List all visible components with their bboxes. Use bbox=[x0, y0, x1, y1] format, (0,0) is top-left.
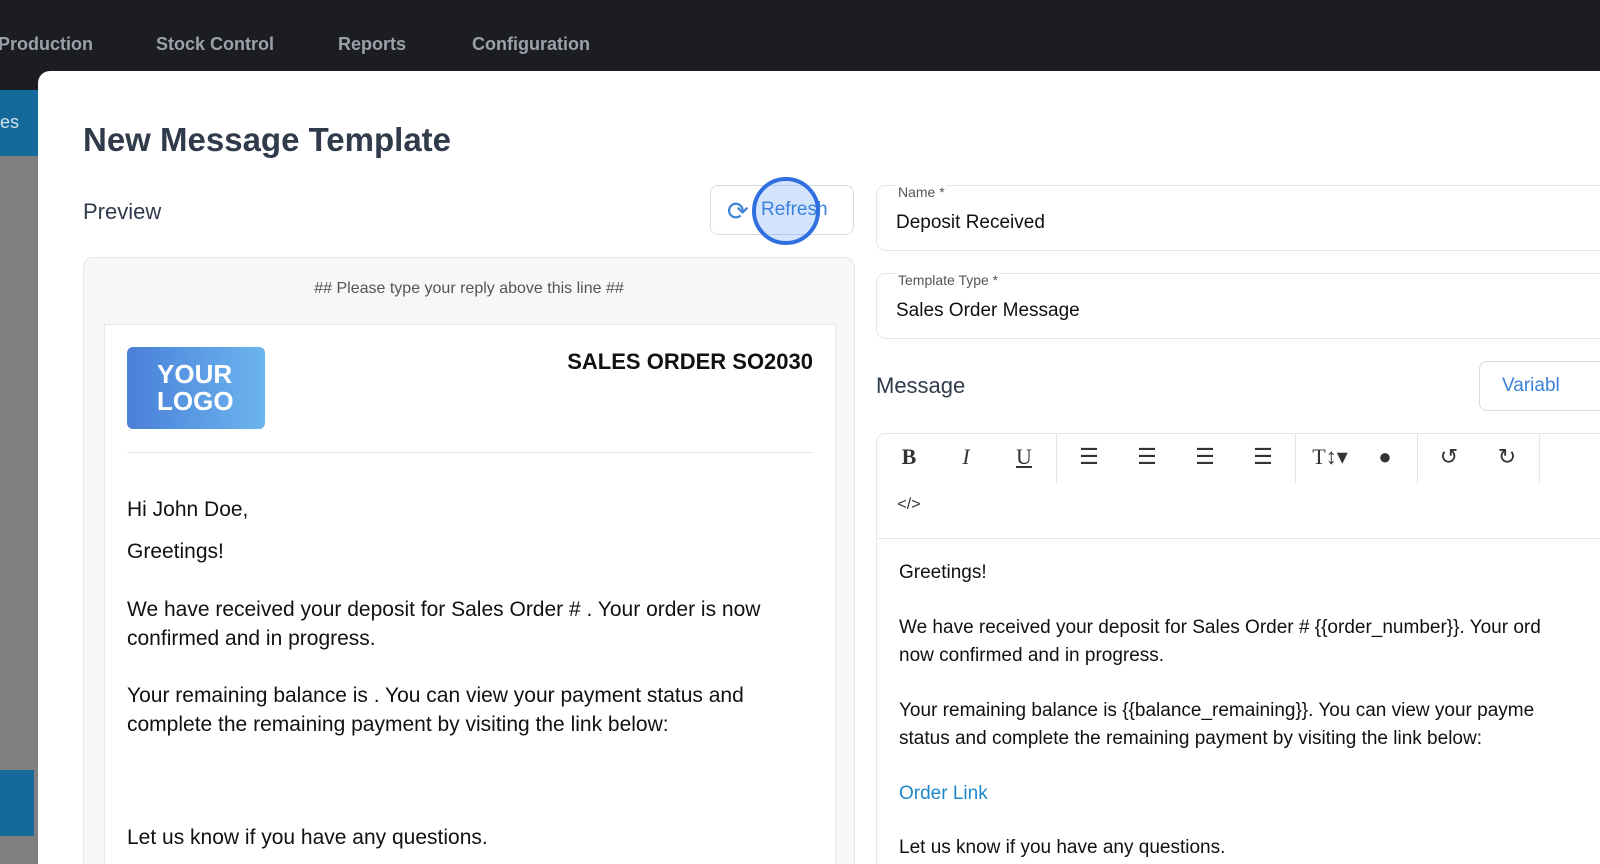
logo-placeholder: YOUR LOGO bbox=[127, 347, 265, 429]
toolbar-separator bbox=[1417, 434, 1418, 484]
preview-paragraph-2: Your remaining balance is . You can view… bbox=[127, 684, 744, 736]
variables-button[interactable]: Variabl bbox=[1479, 361, 1600, 411]
template-type-label: Template Type * bbox=[896, 272, 1001, 288]
nav-production[interactable]: Production bbox=[0, 34, 93, 55]
name-input[interactable]: Deposit Received bbox=[896, 212, 1045, 234]
order-link[interactable]: Order Link bbox=[899, 780, 988, 808]
indent-icon[interactable]: ☰ bbox=[1243, 444, 1283, 470]
undo-icon[interactable]: ↺ bbox=[1429, 444, 1469, 470]
toolbar-separator bbox=[1539, 434, 1540, 484]
italic-icon[interactable]: I bbox=[946, 444, 986, 470]
nav-reports[interactable]: Reports bbox=[338, 34, 406, 55]
logo-line-1: YOUR bbox=[157, 359, 233, 389]
message-editor[interactable]: B I U ☰ ☰ ☰ ☰ T↕▾ ● ↺ ↻ </> Greetings! W… bbox=[876, 433, 1600, 864]
refresh-icon: ⟳ bbox=[727, 196, 749, 226]
unordered-list-icon[interactable]: ☰ bbox=[1127, 444, 1167, 470]
editor-paragraph-2b: status and complete the remaining paymen… bbox=[899, 728, 1482, 749]
background-tab: es bbox=[0, 90, 40, 156]
editor-paragraph-1b: now confirmed and in progress. bbox=[899, 645, 1165, 666]
preview-paragraph-1: We have received your deposit for Sales … bbox=[127, 598, 761, 650]
click-indicator bbox=[752, 177, 820, 245]
nav-configuration[interactable]: Configuration bbox=[472, 34, 590, 55]
font-size-icon[interactable]: T↕▾ bbox=[1307, 444, 1353, 470]
preview-closing: Let us know if you have any questions. bbox=[127, 826, 488, 849]
reply-line: ## Please type your reply above this lin… bbox=[314, 280, 624, 297]
outdent-icon[interactable]: ☰ bbox=[1185, 444, 1225, 470]
nav-stock-control[interactable]: Stock Control bbox=[156, 34, 274, 55]
editor-closing: Let us know if you have any questions. bbox=[899, 837, 1226, 858]
logo-line-2: LOGO bbox=[157, 386, 234, 416]
template-type-field[interactable]: Template Type * Sales Order Message bbox=[876, 272, 1600, 339]
message-heading: Message bbox=[876, 373, 966, 398]
toolbar-separator bbox=[1295, 434, 1296, 484]
toolbar-divider bbox=[877, 538, 1600, 539]
toolbar-separator bbox=[1056, 434, 1057, 484]
divider bbox=[127, 452, 813, 453]
greeting: Hi John Doe, bbox=[127, 498, 249, 521]
code-view-icon[interactable]: </> bbox=[889, 496, 929, 514]
ordered-list-icon[interactable]: ☰ bbox=[1069, 444, 1109, 470]
template-type-select[interactable]: Sales Order Message bbox=[896, 300, 1080, 322]
redo-icon[interactable]: ↻ bbox=[1487, 444, 1527, 470]
background-overlay bbox=[0, 90, 40, 864]
underline-icon[interactable]: U bbox=[1004, 444, 1044, 470]
order-title: SALES ORDER SO2030 bbox=[567, 349, 813, 374]
new-template-modal: New Message Template Preview ⟳ Refresh #… bbox=[38, 71, 1600, 864]
background-tab-lower bbox=[0, 770, 34, 836]
modal-title: New Message Template bbox=[83, 121, 452, 158]
preview-line: Greetings! bbox=[127, 540, 224, 563]
preview-pane: ## Please type your reply above this lin… bbox=[83, 257, 855, 864]
editor-paragraph-2a: Your remaining balance is {{balance_rema… bbox=[899, 700, 1535, 721]
name-label: Name * bbox=[896, 184, 947, 200]
editor-line: Greetings! bbox=[899, 562, 987, 583]
name-field[interactable]: Name * Deposit Received bbox=[876, 184, 1600, 251]
preview-heading: Preview bbox=[83, 199, 162, 224]
editor-paragraph-1a: We have received your deposit for Sales … bbox=[899, 617, 1541, 638]
email-preview: YOUR LOGO SALES ORDER SO2030 Hi John Doe,… bbox=[104, 324, 836, 864]
bold-icon[interactable]: B bbox=[889, 444, 929, 470]
color-icon[interactable]: ● bbox=[1365, 444, 1405, 470]
